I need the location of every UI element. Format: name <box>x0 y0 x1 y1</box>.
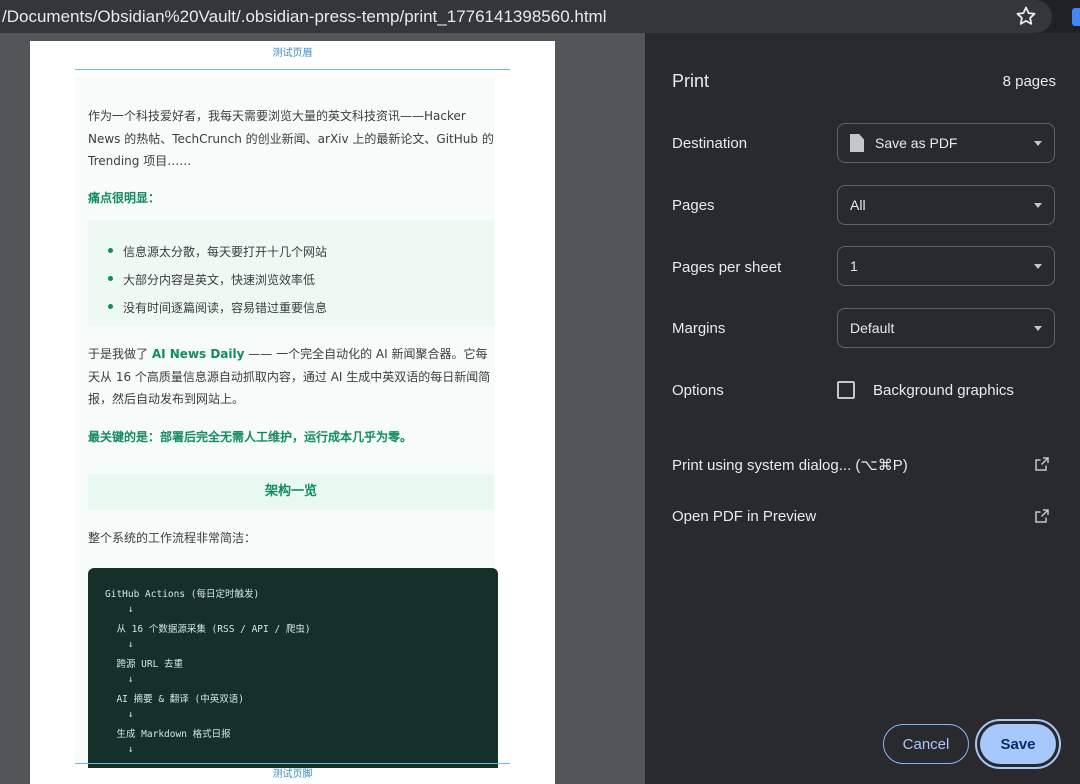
pages-per-sheet-select[interactable]: 1 <box>837 246 1055 286</box>
chevron-down-icon <box>1034 326 1042 331</box>
browser-toolbar: /Documents/Obsidian%20Vault/.obsidian-pr… <box>0 0 1080 33</box>
chevron-down-icon <box>1034 203 1042 208</box>
list-item: 信息源太分散，每天要打开十几个网站 <box>108 243 327 260</box>
solution-paragraph: 于是我做了 AI News Daily —— 一个完全自动化的 AI 新闻聚合器… <box>88 347 491 406</box>
section-heading: 架构一览 <box>88 474 494 510</box>
code-line: 跨源 URL 去重 <box>105 659 184 670</box>
pages-per-sheet-label: Pages per sheet <box>672 259 782 276</box>
page-count: 8 pages <box>1002 73 1056 90</box>
code-line: ↓ <box>105 674 134 685</box>
code-line: AI 摘要 & 翻译 (中英双语) <box>105 694 244 705</box>
product-name: AI News Daily <box>151 347 245 361</box>
destination-select[interactable]: Save as PDF <box>837 123 1055 163</box>
file-icon <box>850 134 864 152</box>
preview-page: 测试页眉 作为一个科技爱好者，我每天需要浏览大量的英文科技资讯——Hacker … <box>30 41 555 784</box>
bookmark-star-icon[interactable] <box>1014 4 1038 28</box>
code-line: 生成 Markdown 格式日报 <box>105 729 231 740</box>
system-dialog-link[interactable]: Print using system dialog... (⌥⌘P) <box>672 456 908 474</box>
options-label: Options <box>672 382 724 399</box>
address-bar[interactable]: /Documents/Obsidian%20Vault/.obsidian-pr… <box>0 0 1052 33</box>
code-line: ↓ <box>105 709 134 720</box>
print-preview-area[interactable]: 测试页眉 作为一个科技爱好者，我每天需要浏览大量的英文科技资讯——Hacker … <box>0 33 645 784</box>
chevron-down-icon <box>1034 264 1042 269</box>
flow-intro: 整个系统的工作流程非常简洁： <box>88 531 257 545</box>
code-line: ↓ <box>105 604 134 615</box>
code-line: 从 16 个数据源采集 (RSS / API / 爬虫) <box>105 624 311 635</box>
background-graphics-checkbox[interactable] <box>837 381 855 399</box>
list-item: 大部分内容是英文，快速浏览效率低 <box>108 271 315 288</box>
bullet-icon <box>108 304 113 309</box>
url-text[interactable]: /Documents/Obsidian%20Vault/.obsidian-pr… <box>2 7 607 27</box>
pain-points-list: 信息源太分散，每天要打开十几个网站 大部分内容是英文，快速浏览效率低 没有时间逐… <box>88 220 494 326</box>
pages-select[interactable]: All <box>837 185 1055 225</box>
code-line: GitHub Actions (每日定时触发) <box>105 589 260 600</box>
page-header-text: 测试页眉 <box>272 48 313 59</box>
background-graphics-label[interactable]: Background graphics <box>873 382 1014 399</box>
open-external-icon[interactable] <box>1034 456 1050 472</box>
page-footer-text: 测试页脚 <box>272 769 313 780</box>
code-block: GitHub Actions (每日定时触发) ↓ 从 16 个数据源采集 (R… <box>88 568 498 768</box>
key-point: 最关键的是：部署后完全无需人工维护，运行成本几乎为零。 <box>88 430 413 444</box>
code-line: ↓ <box>105 744 134 755</box>
chevron-down-icon <box>1034 141 1042 146</box>
pages-label: Pages <box>672 197 715 214</box>
open-external-icon[interactable] <box>1034 508 1050 524</box>
print-title: Print <box>672 71 710 91</box>
page-content: 作为一个科技爱好者，我每天需要浏览大量的英文科技资讯——Hacker News … <box>75 78 498 768</box>
margins-select[interactable]: Default <box>837 308 1055 348</box>
list-item: 没有时间逐篇阅读，容易错过重要信息 <box>108 299 327 316</box>
bullet-icon <box>108 248 113 253</box>
print-settings-panel: Print 8 pages Destination Save as PDF Pa… <box>645 33 1080 784</box>
code-line: ↓ <box>105 639 134 650</box>
save-button[interactable]: Save <box>980 724 1056 764</box>
extension-icon[interactable] <box>1072 8 1080 26</box>
open-pdf-preview-link[interactable]: Open PDF in Preview <box>672 508 816 525</box>
margins-label: Margins <box>672 320 726 337</box>
bullet-icon <box>108 276 113 281</box>
page-footer: 测试页脚 <box>75 763 510 784</box>
page-header: 测试页眉 <box>75 41 510 70</box>
intro-paragraph: 作为一个科技爱好者，我每天需要浏览大量的英文科技资讯——Hacker News … <box>88 109 494 168</box>
destination-label: Destination <box>672 135 748 152</box>
cancel-button[interactable]: Cancel <box>883 724 969 764</box>
pain-points-title: 痛点很明显： <box>88 191 161 205</box>
